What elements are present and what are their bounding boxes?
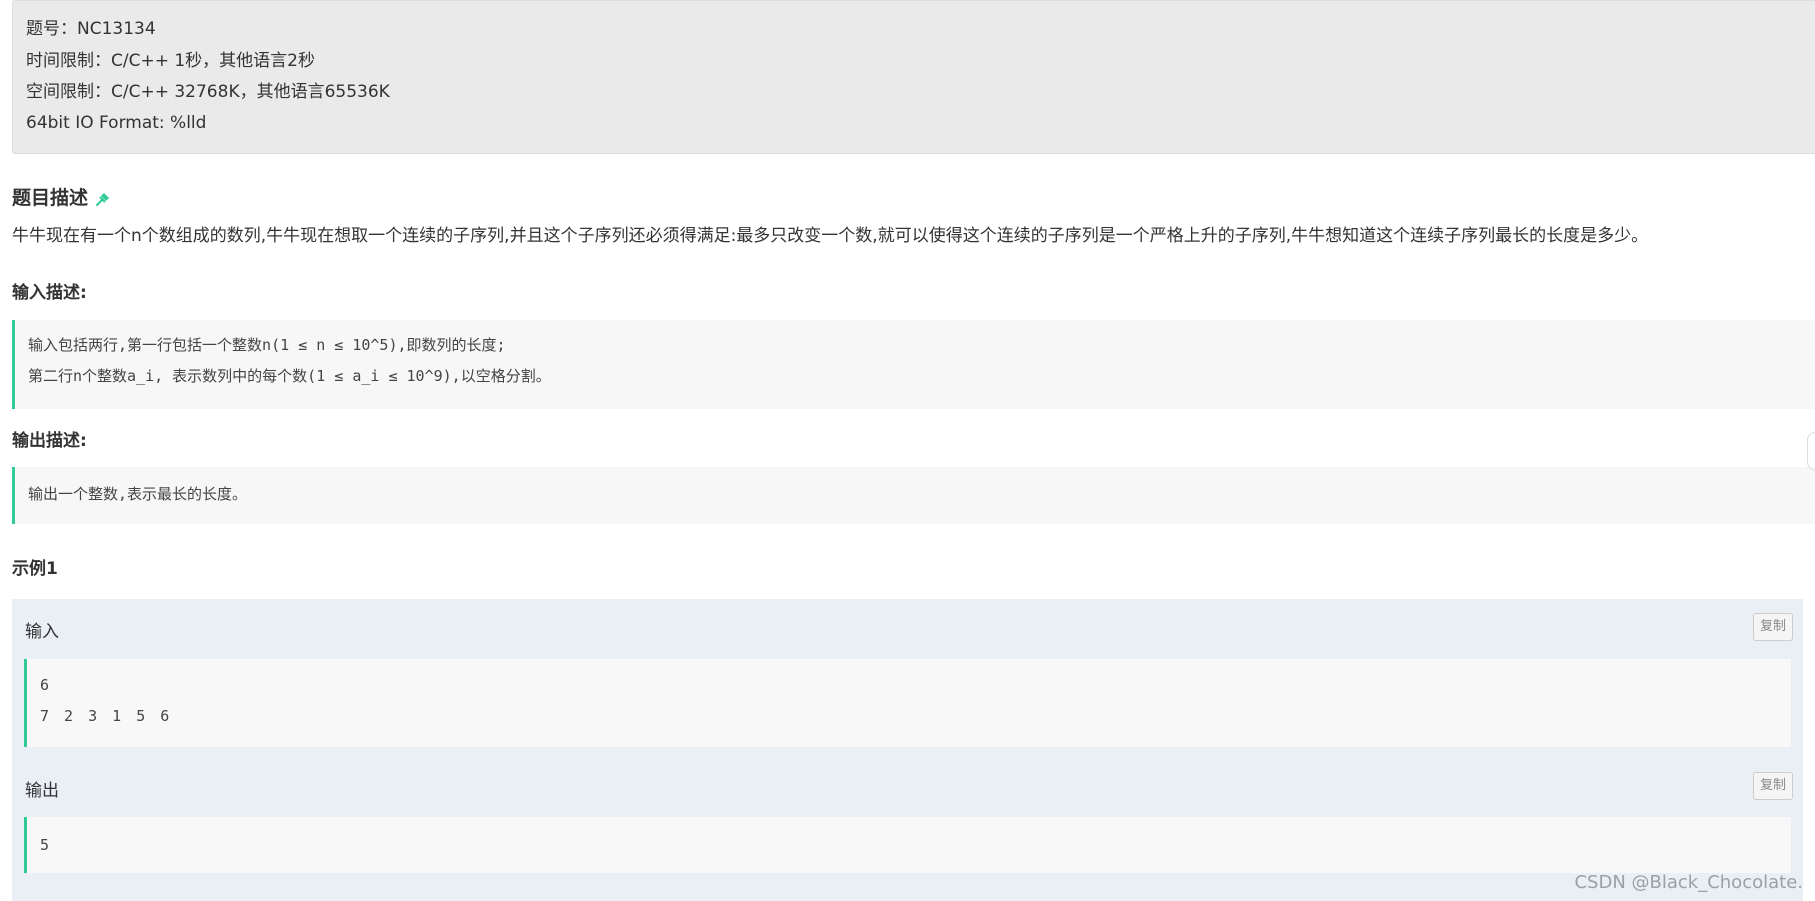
input-desc-line-1: 输入包括两行,第一行包括一个整数n(1 ≤ n ≤ 10^5),即数列的长度; (28, 336, 506, 354)
output-desc-title: 输出描述: (12, 431, 87, 451)
problem-info-box: 题号：NC13134 时间限制：C/C++ 1秒，其他语言2秒 空间限制：C/C… (12, 0, 1815, 154)
watermark: CSDN @Black_Chocolate. (1574, 872, 1803, 893)
example-output-line-1: 5 (40, 836, 50, 854)
space-limit: 空间限制：C/C++ 32768K，其他语言65536K (26, 82, 390, 102)
input-desc-box: 输入包括两行,第一行包括一个整数n(1 ≤ n ≤ 10^5),即数列的长度; … (12, 320, 1815, 409)
input-desc-line-2: 第二行n个整数a_i, 表示数列中的每个数(1 ≤ a_i ≤ 10^9),以空… (28, 367, 551, 385)
input-desc-title: 输入描述: (12, 283, 87, 303)
example-title: 示例1 (12, 559, 58, 579)
problem-page: 题号：NC13134 时间限制：C/C++ 1秒，其他语言2秒 空间限制：C/C… (0, 0, 1815, 901)
example-input-code: 6 7 2 3 1 5 6 (24, 659, 1791, 747)
example-output-code: 5 (24, 817, 1791, 873)
copy-input-button[interactable]: 复制 (1753, 613, 1793, 641)
example-input-label: 输入 (25, 622, 59, 642)
example-output-panel: 输出 复制 5 (12, 752, 1803, 901)
io-format: 64bit IO Format: %lld (26, 113, 207, 133)
description-title: 题目描述 (12, 187, 89, 209)
side-scroll-handle[interactable] (1807, 432, 1815, 470)
copy-output-button[interactable]: 复制 (1753, 772, 1793, 800)
output-desc-line-1: 输出一个整数,表示最长的长度。 (28, 485, 248, 503)
description-text: 牛牛现在有一个n个数组成的数列,牛牛现在想取一个连续的子序列,并且这个子序列还必… (12, 226, 1649, 246)
example-input-line-1: 6 (40, 676, 50, 694)
time-limit: 时间限制：C/C++ 1秒，其他语言2秒 (26, 51, 315, 71)
problem-id: 题号：NC13134 (26, 19, 156, 39)
example-input-panel: 输入 复制 6 7 2 3 1 5 6 (12, 599, 1803, 752)
output-desc-box: 输出一个整数,表示最长的长度。 (12, 467, 1815, 524)
example-input-line-2: 7 2 3 1 5 6 (40, 707, 173, 725)
pin-icon[interactable] (94, 190, 112, 208)
example-output-label: 输出 (25, 781, 59, 801)
description-heading: 题目描述 (12, 183, 112, 210)
